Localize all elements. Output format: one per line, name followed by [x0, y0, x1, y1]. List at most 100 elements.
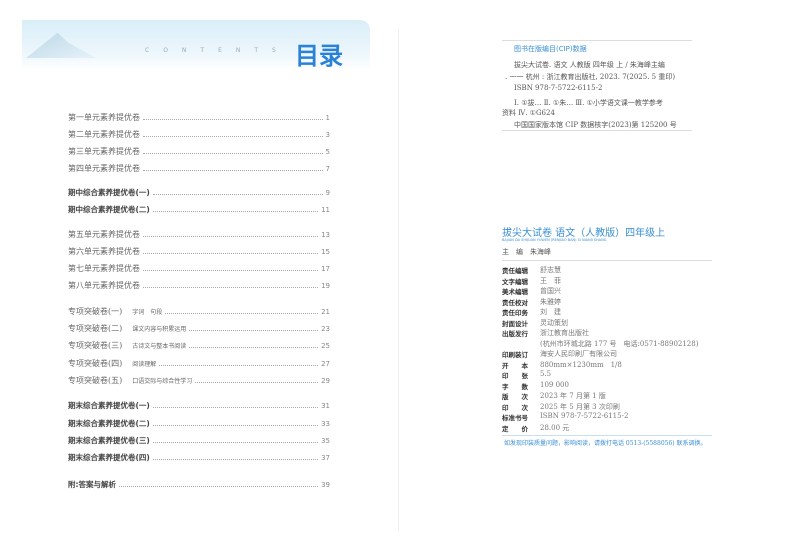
dot-leader — [165, 307, 319, 314]
credit-value: 5.5 — [540, 370, 552, 378]
credit-label — [502, 339, 540, 349]
credit-label: 封面设计 — [502, 319, 528, 328]
toc-entry-title: 第六单元素养提优卷 — [68, 247, 140, 256]
toc-page-number: 17 — [321, 265, 330, 273]
toc-entry[interactable]: 第七单元素养提优卷 17 — [68, 263, 330, 275]
toc-entry[interactable]: 专项突破卷(一) 字词 句段 21 — [68, 306, 330, 318]
dot-leader — [189, 341, 319, 348]
toc-entry[interactable]: 期中综合素养提优卷(二) 11 — [68, 204, 330, 216]
toc-entry-title: 第二单元素养提优卷 — [68, 130, 140, 139]
credit-value: 灵动策划 — [540, 318, 568, 327]
credit-value: 刘 建 — [540, 308, 561, 316]
credit-row: 开 本 880mm×1230mm 1/8 — [502, 360, 622, 370]
page-title: 目录 — [295, 42, 343, 70]
toc-entry[interactable]: 第三单元素养提优卷 5 — [68, 146, 330, 158]
dot-leader — [189, 324, 319, 331]
toc-page-number: 35 — [321, 437, 330, 445]
credit-label: 字 数 — [502, 382, 528, 391]
dot-leader — [152, 188, 323, 195]
credit-label: 美术编辑 — [502, 288, 528, 296]
cip-title: 图书在版编目(CIP)数据 — [514, 45, 587, 53]
toc-page-number: 19 — [321, 282, 330, 290]
toc-page-number: 27 — [321, 360, 330, 368]
credit-label: 责任印务 — [502, 309, 528, 317]
toc-entry-title: 第八单元素养提优卷 — [68, 281, 140, 290]
credit-value: 朱雅婷 — [540, 297, 561, 306]
toc-entry-title: 期末综合素养提优卷(三) — [68, 436, 150, 445]
dot-leader — [143, 281, 319, 288]
dot-leader — [143, 247, 319, 254]
contents-label: CONTENTS — [145, 47, 290, 54]
toc-page-number: 5 — [325, 148, 330, 156]
toc-entry-title: 第五单元素养提优卷 — [68, 230, 140, 239]
dot-leader — [152, 205, 319, 212]
dot-leader — [152, 401, 319, 408]
notice: 如发现印装质量问题，影响阅读，请拨打电话 0513-(5588056) 联系调换… — [504, 440, 707, 447]
toc-entry-subtitle: 课文内容与积累运用 — [132, 326, 187, 333]
credit-label: 开 本 — [502, 361, 528, 370]
toc-entry-title: 专项突破卷(一) — [68, 307, 123, 316]
toc-entry-title: 期末综合素养提优卷(二) — [68, 419, 150, 428]
toc-entry[interactable]: 第八单元素养提优卷 19 — [68, 280, 330, 292]
toc-entry[interactable]: 期末综合素养提优卷(一) 31 — [68, 400, 330, 412]
credit-row: 责任印务 刘 建 — [502, 307, 561, 317]
toc-page-number: 37 — [321, 454, 330, 462]
credit-label: 印刷装订 — [502, 351, 528, 359]
toc-page-number: 23 — [321, 325, 330, 333]
toc-entry[interactable]: 第五单元素养提优卷 13 — [68, 229, 330, 241]
credit-value: 浙江教育出版社 — [540, 329, 589, 337]
credit-row: 责任编辑 舒志慧 — [502, 265, 561, 275]
divider — [502, 130, 692, 131]
toc-entry-subtitle: 阅读理解 — [132, 361, 157, 368]
toc-entry-subtitle: 口语交际与综合性学习 — [132, 378, 193, 385]
credit-value: 曾国兴 — [540, 287, 561, 295]
divider — [502, 435, 712, 436]
toc-entry[interactable]: 附:答案与解析 39 — [68, 479, 330, 491]
page-gutter — [398, 30, 399, 530]
credit-value: 109 000 — [540, 380, 569, 389]
credit-row: 印 次 2025 年 5 月第 3 次印刷 — [502, 402, 620, 412]
toc-entry-title: 期末综合素养提优卷(一) — [68, 401, 150, 410]
toc-entry-title: 第七单元素养提优卷 — [68, 264, 140, 273]
dot-leader — [159, 359, 319, 366]
toc-page-number: 9 — [325, 189, 330, 197]
toc-entry[interactable]: 专项突破卷(四) 阅读理解 27 — [68, 358, 330, 370]
credit-label: 责任编辑 — [502, 267, 528, 275]
toc-page-number: 7 — [325, 165, 330, 173]
dot-leader — [152, 436, 319, 443]
editor: 主 编 朱海峰 — [502, 248, 551, 256]
credit-label: 版 次 — [502, 393, 528, 401]
toc-entry-subtitle: 字词 句段 — [132, 309, 163, 316]
credit-row: 版 次 2023 年 7 月第 1 版 — [502, 391, 606, 401]
credit-row: 美术编辑 曾国兴 — [502, 286, 561, 296]
toc-entry[interactable]: 第六单元素养提优卷 15 — [68, 246, 330, 258]
toc-entry[interactable]: 第四单元素养提优卷 7 — [68, 163, 330, 175]
credit-value: 880mm×1230mm 1/8 — [540, 360, 622, 369]
cip-line: ISBN 978-7-5722-6115-2 — [514, 84, 603, 92]
credit-row: 印刷装订 海安人民印刷厂有限公司 — [502, 349, 617, 359]
toc-entry-title: 专项突破卷(五) — [68, 376, 123, 385]
credit-value: 海安人民印刷厂有限公司 — [540, 350, 617, 358]
toc-entry[interactable]: 专项突破卷(二) 课文内容与积累运用 23 — [68, 323, 330, 335]
credit-label: 文字编辑 — [502, 277, 528, 286]
toc-entry[interactable]: 期末综合素养提优卷(三) 35 — [68, 435, 330, 447]
toc-entry-title: 第一单元素养提优卷 — [68, 113, 140, 122]
credit-label: 出版发行 — [502, 330, 528, 338]
toc-entry[interactable]: 期中综合素养提优卷(一) 9 — [68, 187, 330, 199]
toc-entry-subtitle: 古诗文与整本书阅读 — [132, 343, 187, 350]
credit-label: 标准书号 — [502, 414, 528, 422]
credit-row: 封面设计 灵动策划 — [502, 318, 568, 328]
toc-entry[interactable]: 第一单元素养提优卷 1 — [68, 112, 330, 124]
toc-entry[interactable]: 专项突破卷(五) 口语交际与综合性学习 29 — [68, 375, 330, 387]
dot-leader — [143, 230, 319, 237]
toc-entry-title: 专项突破卷(四) — [68, 359, 123, 368]
toc-entry-title: 第三单元素养提优卷 — [68, 147, 140, 156]
toc-entry[interactable]: 第二单元素养提优卷 3 — [68, 129, 330, 141]
toc-entry[interactable]: 专项突破卷(三) 古诗文与整本书阅读 25 — [68, 340, 330, 352]
credit-row: 印 张 5.5 — [502, 370, 551, 380]
cip-line: 资料 Ⅳ. ①G624 — [502, 109, 555, 117]
toc-entry[interactable]: 期末综合素养提优卷(二) 33 — [68, 418, 330, 430]
dot-leader — [152, 419, 319, 426]
credit-row: 定 价 28.00 元 — [502, 423, 569, 433]
toc-entry[interactable]: 期末综合素养提优卷(四) 37 — [68, 452, 330, 464]
